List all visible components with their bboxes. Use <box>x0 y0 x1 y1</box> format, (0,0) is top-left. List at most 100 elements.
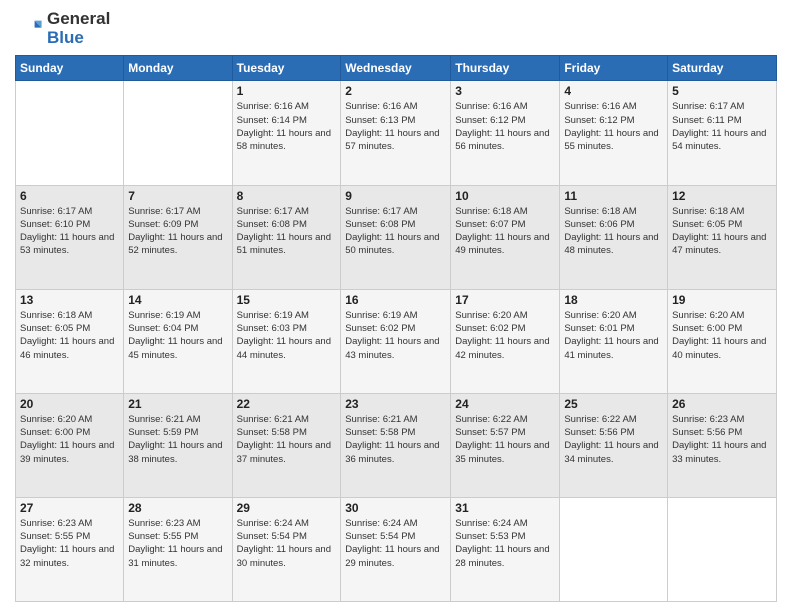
day-info: Sunrise: 6:18 AMSunset: 6:06 PMDaylight:… <box>564 205 663 258</box>
calendar-cell: 13Sunrise: 6:18 AMSunset: 6:05 PMDayligh… <box>16 289 124 393</box>
day-info: Sunrise: 6:23 AMSunset: 5:55 PMDaylight:… <box>128 517 227 570</box>
calendar-cell: 12 Sunrise: 6:18 AMSunset: 6:05 PMDayligh… <box>668 185 777 289</box>
day-info: Sunrise: 6:21 AMSunset: 5:59 PMDaylight:… <box>128 413 227 466</box>
day-info: Sunrise: 6:17 AMSunset: 6:09 PMDaylight:… <box>128 205 227 258</box>
calendar-cell: 1 Sunrise: 6:16 AMSunset: 6:14 PMDaylight… <box>232 81 341 185</box>
calendar-cell: 30 Sunrise: 6:24 AMSunset: 5:54 PMDayligh… <box>341 497 451 601</box>
day-info: Sunrise: 6:18 AMSunset: 6:07 PMDaylight:… <box>455 205 555 258</box>
calendar-week-3: 13Sunrise: 6:18 AMSunset: 6:05 PMDayligh… <box>16 289 777 393</box>
calendar-cell: 11 Sunrise: 6:18 AMSunset: 6:06 PMDayligh… <box>560 185 668 289</box>
day-info: Sunrise: 6:21 AMSunset: 5:58 PMDaylight:… <box>237 413 337 466</box>
day-number: 3 <box>455 84 555 98</box>
calendar-cell: 27 Sunrise: 6:23 AMSunset: 5:55 PMDayligh… <box>16 497 124 601</box>
day-info: Sunrise: 6:16 AMSunset: 6:12 PMDaylight:… <box>455 100 555 153</box>
day-number: 12 <box>672 189 772 203</box>
day-info: Sunrise: 6:20 AMSunset: 6:00 PMDaylight:… <box>672 309 772 362</box>
day-info: Sunrise: 6:16 AMSunset: 6:14 PMDaylight:… <box>237 100 337 153</box>
day-number: 4 <box>564 84 663 98</box>
day-info: Sunrise: 6:20 AMSunset: 6:00 PMDaylight:… <box>20 413 119 466</box>
day-number: 26 <box>672 397 772 411</box>
day-number: 30 <box>345 501 446 515</box>
calendar-cell: 23 Sunrise: 6:21 AMSunset: 5:58 PMDayligh… <box>341 393 451 497</box>
day-number: 17 <box>455 293 555 307</box>
day-info: Sunrise: 6:22 AMSunset: 5:57 PMDaylight:… <box>455 413 555 466</box>
day-info: Sunrise: 6:16 AMSunset: 6:13 PMDaylight:… <box>345 100 446 153</box>
day-info: Sunrise: 6:19 AMSunset: 6:04 PMDaylight:… <box>128 309 227 362</box>
day-number: 25 <box>564 397 663 411</box>
day-info: Sunrise: 6:24 AMSunset: 5:54 PMDaylight:… <box>345 517 446 570</box>
calendar-cell: 6Sunrise: 6:17 AMSunset: 6:10 PMDaylight… <box>16 185 124 289</box>
day-number: 22 <box>237 397 337 411</box>
day-info: Sunrise: 6:18 AMSunset: 6:05 PMDaylight:… <box>672 205 772 258</box>
calendar-cell: 31 Sunrise: 6:24 AMSunset: 5:53 PMDayligh… <box>451 497 560 601</box>
day-info: Sunrise: 6:22 AMSunset: 5:56 PMDaylight:… <box>564 413 663 466</box>
day-number: 2 <box>345 84 446 98</box>
day-number: 13 <box>20 293 119 307</box>
logo-text: General Blue <box>47 10 110 47</box>
calendar-cell: 25 Sunrise: 6:22 AMSunset: 5:56 PMDayligh… <box>560 393 668 497</box>
day-number: 23 <box>345 397 446 411</box>
calendar-cell: 2 Sunrise: 6:16 AMSunset: 6:13 PMDaylight… <box>341 81 451 185</box>
calendar-week-1: 1 Sunrise: 6:16 AMSunset: 6:14 PMDaylight… <box>16 81 777 185</box>
calendar-cell <box>124 81 232 185</box>
header: General Blue <box>15 10 777 47</box>
calendar-cell: 29 Sunrise: 6:24 AMSunset: 5:54 PMDayligh… <box>232 497 341 601</box>
day-info: Sunrise: 6:19 AMSunset: 6:03 PMDaylight:… <box>237 309 337 362</box>
day-number: 16 <box>345 293 446 307</box>
weekday-header-sunday: Sunday <box>16 56 124 81</box>
calendar-cell: 8 Sunrise: 6:17 AMSunset: 6:08 PMDaylight… <box>232 185 341 289</box>
calendar-cell <box>668 497 777 601</box>
weekday-header-friday: Friday <box>560 56 668 81</box>
calendar-cell: 24 Sunrise: 6:22 AMSunset: 5:57 PMDayligh… <box>451 393 560 497</box>
day-info: Sunrise: 6:21 AMSunset: 5:58 PMDaylight:… <box>345 413 446 466</box>
calendar-cell: 22 Sunrise: 6:21 AMSunset: 5:58 PMDayligh… <box>232 393 341 497</box>
calendar-cell: 16Sunrise: 6:19 AMSunset: 6:02 PMDayligh… <box>341 289 451 393</box>
calendar-cell: 10 Sunrise: 6:18 AMSunset: 6:07 PMDayligh… <box>451 185 560 289</box>
calendar-cell: 9 Sunrise: 6:17 AMSunset: 6:08 PMDaylight… <box>341 185 451 289</box>
calendar-cell <box>560 497 668 601</box>
day-info: Sunrise: 6:17 AMSunset: 6:08 PMDaylight:… <box>237 205 337 258</box>
day-info: Sunrise: 6:23 AMSunset: 5:55 PMDaylight:… <box>20 517 119 570</box>
day-number: 5 <box>672 84 772 98</box>
weekday-header-tuesday: Tuesday <box>232 56 341 81</box>
day-number: 29 <box>237 501 337 515</box>
calendar-cell: 21 Sunrise: 6:21 AMSunset: 5:59 PMDayligh… <box>124 393 232 497</box>
day-number: 6 <box>20 189 119 203</box>
day-info: Sunrise: 6:24 AMSunset: 5:53 PMDaylight:… <box>455 517 555 570</box>
day-number: 18 <box>564 293 663 307</box>
calendar-cell <box>16 81 124 185</box>
day-number: 11 <box>564 189 663 203</box>
calendar-cell: 4Sunrise: 6:16 AMSunset: 6:12 PMDaylight… <box>560 81 668 185</box>
day-info: Sunrise: 6:20 AMSunset: 6:01 PMDaylight:… <box>564 309 663 362</box>
weekday-header-saturday: Saturday <box>668 56 777 81</box>
day-number: 31 <box>455 501 555 515</box>
day-number: 24 <box>455 397 555 411</box>
day-number: 27 <box>20 501 119 515</box>
calendar-cell: 15Sunrise: 6:19 AMSunset: 6:03 PMDayligh… <box>232 289 341 393</box>
day-info: Sunrise: 6:24 AMSunset: 5:54 PMDaylight:… <box>237 517 337 570</box>
weekday-header-wednesday: Wednesday <box>341 56 451 81</box>
calendar-cell: 19 Sunrise: 6:20 AMSunset: 6:00 PMDayligh… <box>668 289 777 393</box>
day-info: Sunrise: 6:17 AMSunset: 6:08 PMDaylight:… <box>345 205 446 258</box>
day-number: 10 <box>455 189 555 203</box>
calendar-cell: 14Sunrise: 6:19 AMSunset: 6:04 PMDayligh… <box>124 289 232 393</box>
calendar-cell: 17 Sunrise: 6:20 AMSunset: 6:02 PMDayligh… <box>451 289 560 393</box>
day-number: 7 <box>128 189 227 203</box>
day-info: Sunrise: 6:20 AMSunset: 6:02 PMDaylight:… <box>455 309 555 362</box>
day-number: 21 <box>128 397 227 411</box>
calendar-week-2: 6Sunrise: 6:17 AMSunset: 6:10 PMDaylight… <box>16 185 777 289</box>
calendar-cell: 20 Sunrise: 6:20 AMSunset: 6:00 PMDayligh… <box>16 393 124 497</box>
calendar-cell: 3 Sunrise: 6:16 AMSunset: 6:12 PMDaylight… <box>451 81 560 185</box>
calendar-week-5: 27 Sunrise: 6:23 AMSunset: 5:55 PMDayligh… <box>16 497 777 601</box>
day-info: Sunrise: 6:23 AMSunset: 5:56 PMDaylight:… <box>672 413 772 466</box>
day-number: 8 <box>237 189 337 203</box>
page: General Blue SundayMondayTuesdayWednesda… <box>0 0 792 612</box>
day-number: 19 <box>672 293 772 307</box>
calendar-cell: 7 Sunrise: 6:17 AMSunset: 6:09 PMDaylight… <box>124 185 232 289</box>
day-number: 20 <box>20 397 119 411</box>
calendar-cell: 28 Sunrise: 6:23 AMSunset: 5:55 PMDayligh… <box>124 497 232 601</box>
day-number: 28 <box>128 501 227 515</box>
calendar-cell: 5Sunrise: 6:17 AMSunset: 6:11 PMDaylight… <box>668 81 777 185</box>
day-number: 9 <box>345 189 446 203</box>
day-number: 1 <box>237 84 337 98</box>
